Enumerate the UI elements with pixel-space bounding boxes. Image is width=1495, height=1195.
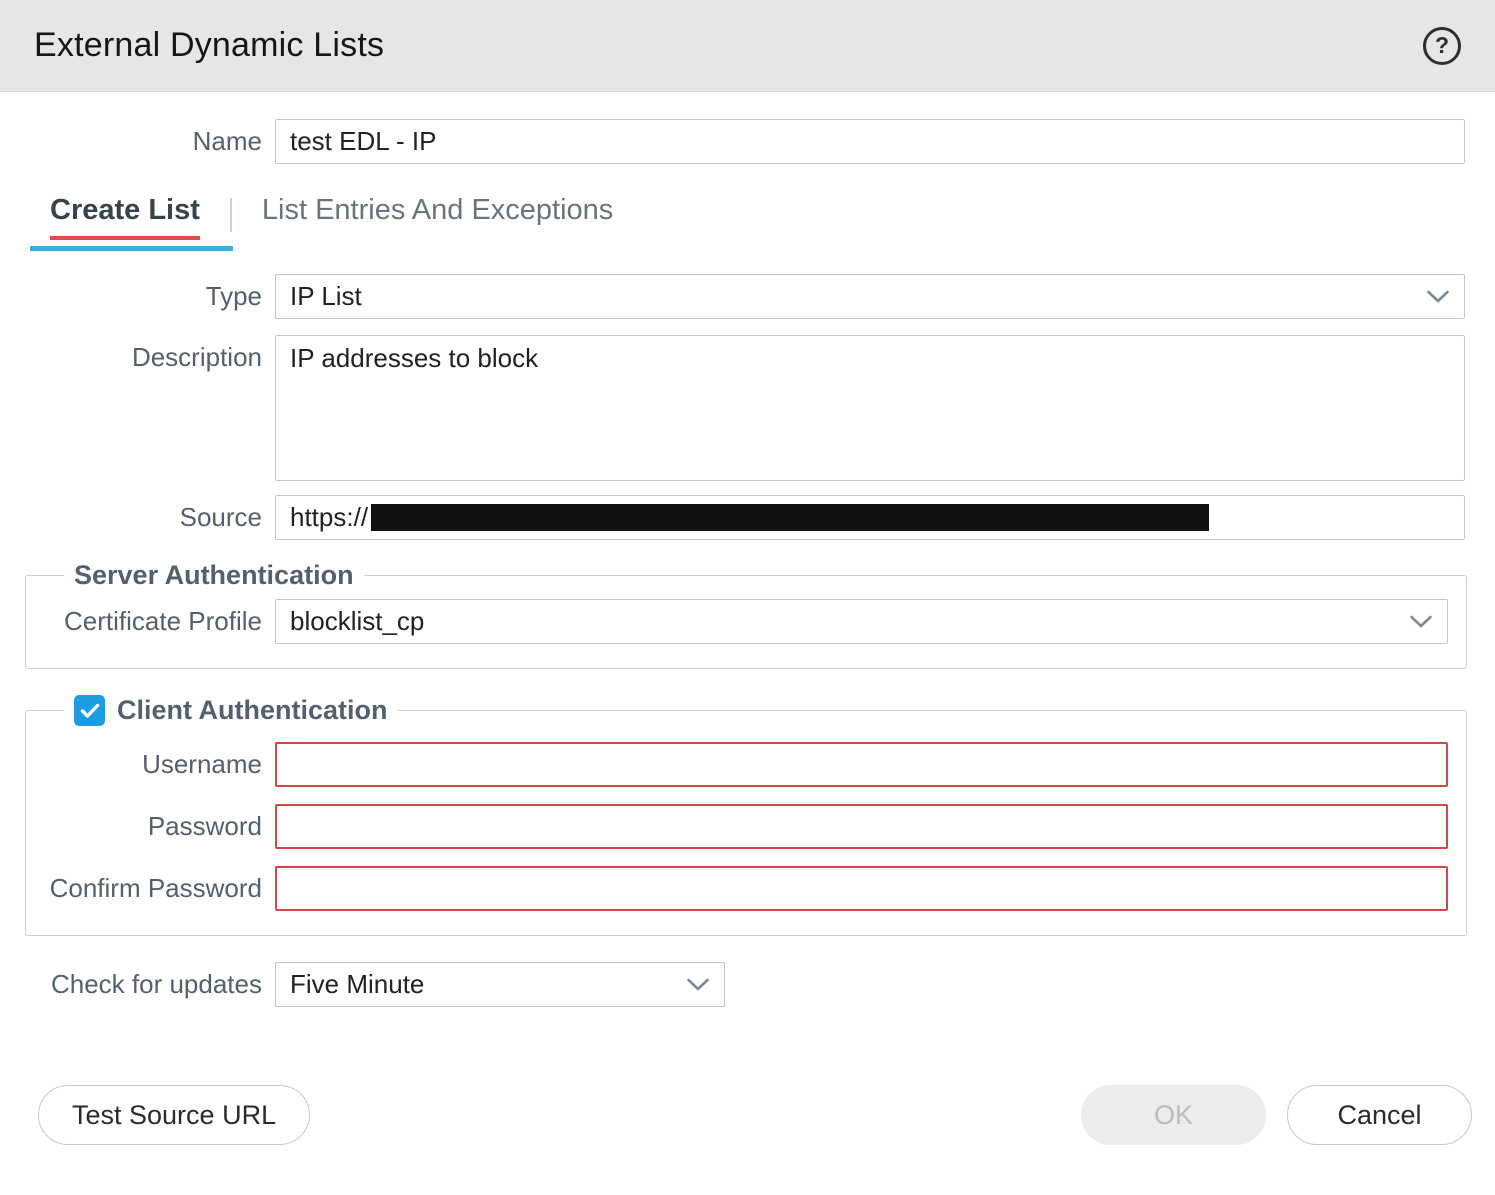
- check-for-updates-label: Check for updates: [30, 969, 275, 1000]
- tab-list-entries-and-exceptions[interactable]: List Entries And Exceptions: [262, 194, 613, 240]
- check-for-updates-row: Check for updates Five Minute: [30, 962, 1465, 1007]
- confirm-password-input[interactable]: [275, 866, 1448, 911]
- description-row: Description IP addresses to block: [30, 335, 1465, 481]
- active-tab-accent-bar: [30, 246, 233, 251]
- dialog-title: External Dynamic Lists: [34, 26, 384, 65]
- client-authentication-label: Client Authentication: [117, 695, 388, 726]
- help-icon[interactable]: ?: [1423, 27, 1461, 65]
- password-label: Password: [44, 811, 275, 842]
- ok-button[interactable]: OK: [1081, 1085, 1266, 1145]
- check-for-updates-dropdown[interactable]: Five Minute: [275, 962, 725, 1007]
- check-for-updates-dropdown-value: Five Minute: [290, 969, 424, 1000]
- source-row: Source https://: [30, 495, 1465, 540]
- type-dropdown-value: IP List: [290, 281, 362, 312]
- chevron-down-icon: [1409, 615, 1433, 629]
- client-authentication-legend: Client Authentication: [64, 695, 398, 726]
- username-label: Username: [44, 749, 275, 780]
- chevron-down-icon: [1426, 290, 1450, 304]
- dialog-header: External Dynamic Lists ?: [0, 0, 1495, 92]
- cancel-button[interactable]: Cancel: [1287, 1085, 1472, 1145]
- client-authentication-group: Client Authentication Username Password …: [25, 695, 1467, 936]
- name-row: Name: [30, 119, 1465, 164]
- username-input[interactable]: [275, 742, 1448, 787]
- confirm-password-row: Confirm Password: [44, 866, 1448, 911]
- type-dropdown[interactable]: IP List: [275, 274, 1465, 319]
- confirm-password-label: Confirm Password: [44, 873, 275, 904]
- password-input[interactable]: [275, 804, 1448, 849]
- source-label: Source: [30, 502, 275, 533]
- certificate-profile-dropdown[interactable]: blocklist_cp: [275, 599, 1448, 644]
- tab-bar: Create List List Entries And Exceptions: [50, 194, 1495, 240]
- certificate-profile-label: Certificate Profile: [44, 606, 275, 637]
- name-label: Name: [30, 126, 275, 157]
- type-label: Type: [30, 281, 275, 312]
- tab-create-list[interactable]: Create List: [50, 194, 200, 240]
- redacted-source-value: [371, 504, 1209, 531]
- source-url-prefix: https://: [290, 502, 368, 533]
- description-textarea[interactable]: IP addresses to block: [275, 335, 1465, 481]
- name-input[interactable]: [275, 119, 1465, 164]
- server-authentication-group: Server Authentication Certificate Profil…: [25, 560, 1467, 669]
- test-source-url-button[interactable]: Test Source URL: [38, 1085, 310, 1145]
- client-authentication-checkbox[interactable]: [74, 695, 105, 726]
- certificate-profile-row: Certificate Profile blocklist_cp: [44, 599, 1448, 644]
- password-row: Password: [44, 804, 1448, 849]
- certificate-profile-dropdown-value: blocklist_cp: [290, 606, 424, 637]
- server-authentication-legend: Server Authentication: [64, 560, 364, 591]
- check-icon: [80, 703, 100, 719]
- chevron-down-icon: [686, 978, 710, 992]
- description-label: Description: [30, 335, 275, 373]
- type-row: Type IP List: [30, 274, 1465, 319]
- tab-separator: [230, 198, 232, 232]
- source-input[interactable]: https://: [275, 495, 1465, 540]
- username-row: Username: [44, 742, 1448, 787]
- dialog-footer: Test Source URL OK Cancel: [38, 1085, 1472, 1145]
